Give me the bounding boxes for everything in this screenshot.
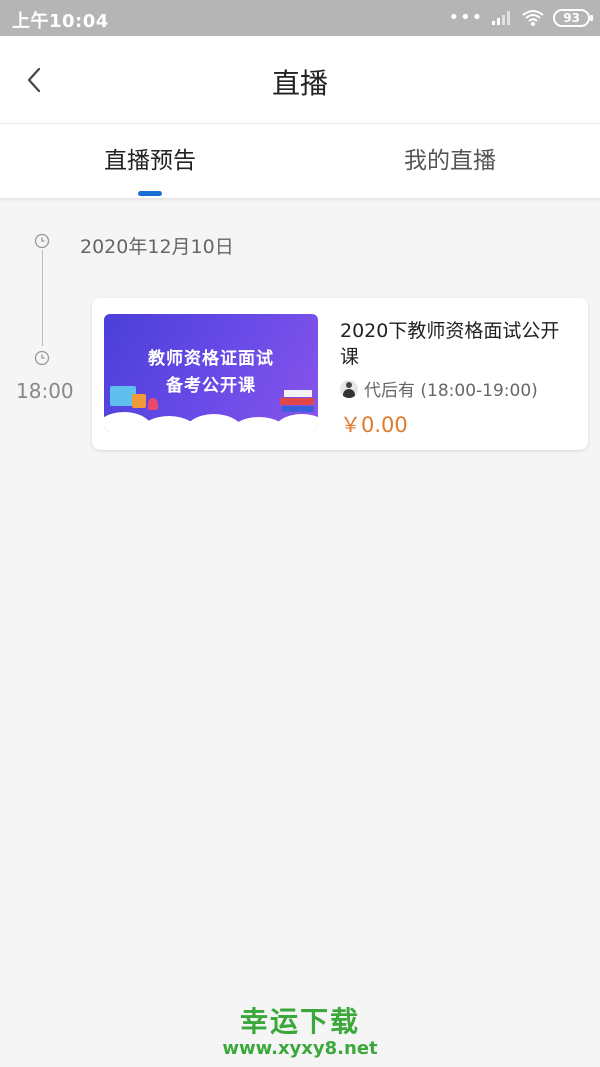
navigation-bar: 直播 xyxy=(0,36,600,124)
wifi-icon xyxy=(522,10,544,26)
clock-icon xyxy=(34,350,50,366)
watermark-url: www.xyxy8.net xyxy=(222,1038,378,1059)
tab-bar: 直播预告 我的直播 xyxy=(0,124,600,198)
thumbnail-title-line1: 教师资格证面试 xyxy=(148,349,274,369)
status-icons: ••• 93 xyxy=(448,7,593,29)
course-price: ￥0.00 xyxy=(340,413,408,437)
course-thumbnail: 教师资格证面试 备考公开课 xyxy=(104,314,318,431)
clock-icon xyxy=(34,233,50,249)
schedule-date: 2020年12月10日 xyxy=(80,236,234,258)
page-title: 直播 xyxy=(271,67,328,100)
tab-active-indicator xyxy=(138,191,162,196)
tab-my-live[interactable]: 我的直播 xyxy=(300,124,600,198)
teacher-info: 代后有 (18:00-19:00) xyxy=(340,376,538,401)
schedule-time: 18:00 xyxy=(16,379,74,403)
avatar xyxy=(340,379,358,398)
battery-icon: 93 xyxy=(553,9,593,27)
status-time: 上午10:04 xyxy=(12,11,109,32)
tab-live-preview[interactable]: 直播预告 xyxy=(0,124,300,198)
signal-icon xyxy=(492,11,511,25)
more-dots-icon: ••• xyxy=(448,7,484,28)
teacher-name-time: 代后有 (18:00-19:00) xyxy=(364,381,538,401)
watermark-name: 幸运下载 xyxy=(239,1005,360,1038)
timeline-line xyxy=(42,250,43,346)
status-bar: 上午10:04 ••• 93 xyxy=(0,0,600,36)
course-title: 2020下教师资格面试公开课 xyxy=(340,320,560,368)
live-course-card[interactable]: 教师资格证面试 备考公开课 2020下教师资格面试公开课 代后有 (18:00-… xyxy=(92,298,588,450)
cloud-shape xyxy=(272,414,318,431)
